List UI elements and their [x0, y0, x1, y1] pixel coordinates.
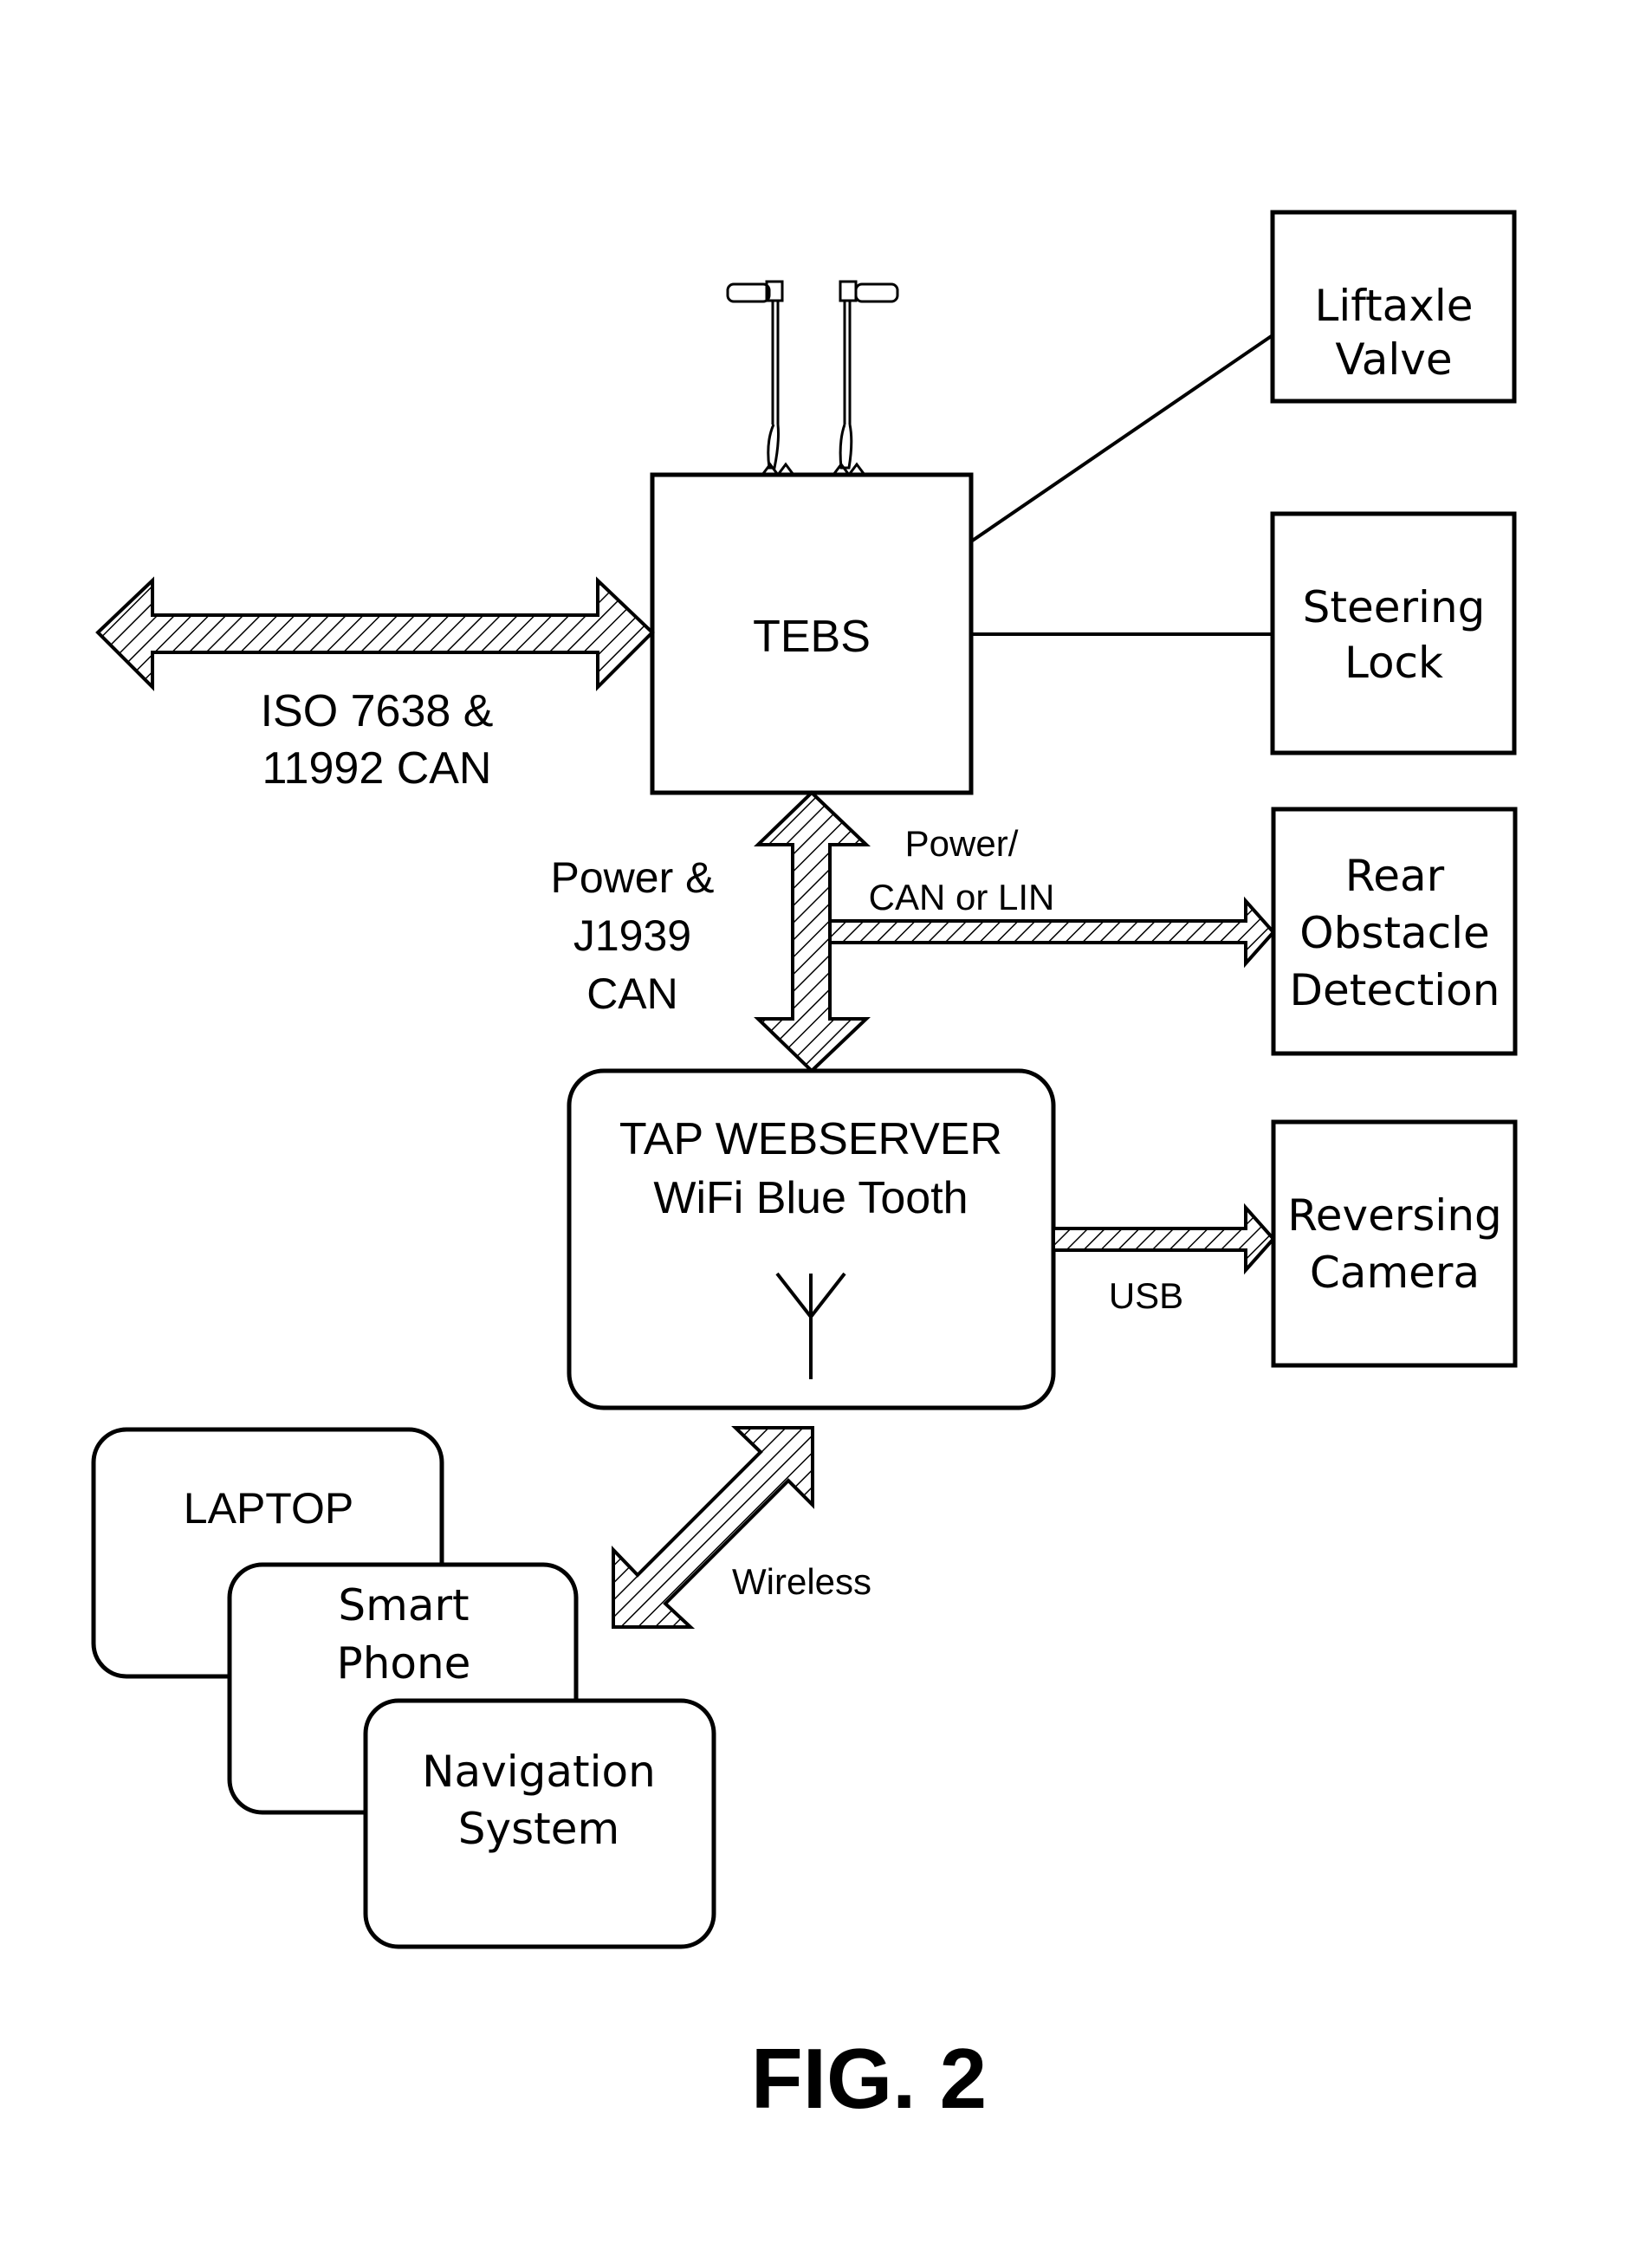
smart-phone-label-line1: Smart [338, 1580, 469, 1630]
reversing-camera-node: Reversing Camera [1271, 1119, 1518, 1368]
tebs-liftaxle-connection [969, 334, 1274, 543]
power-can-lin-label-line2: CAN or LIN [869, 877, 1055, 917]
liftaxle-label-line1: Liftaxle [1315, 281, 1474, 331]
reversing-label-line2: Camera [1310, 1248, 1480, 1298]
power-can-lin-arrow: Power/ CAN or LIN [828, 823, 1276, 969]
wireless-arrow: Wireless [612, 1426, 871, 1629]
rear-label-line1: Rear [1345, 851, 1445, 901]
power-can-lin-label-line1: Power/ [905, 823, 1019, 864]
webserver-label-line1: TAP WEBSERVER [619, 1114, 1002, 1164]
webserver-label-line2: WiFi Blue Tooth [653, 1173, 968, 1223]
navigation-label-line2: System [458, 1804, 619, 1854]
iso-can-label-line1: ISO 7638 & [261, 686, 494, 736]
tebs-antenna-right [832, 280, 899, 477]
antenna-icon [726, 282, 771, 303]
usb-label: USB [1109, 1275, 1183, 1316]
usb-arrow: USB [1052, 1203, 1276, 1316]
steering-lock-node: Steering Lock [1270, 511, 1517, 755]
navigation-system-node: Navigation System [363, 1698, 716, 1949]
power-j1939-label-line1: Power & [551, 853, 715, 902]
rear-label-line2: Obstacle [1299, 908, 1490, 958]
steering-label-line2: Lock [1344, 638, 1443, 688]
wireless-label: Wireless [732, 1561, 871, 1602]
tebs-node: TEBS [650, 472, 974, 795]
tebs-label: TEBS [753, 612, 871, 662]
power-j1939-label-line3: CAN [586, 969, 678, 1018]
rear-obstacle-detection-node: Rear Obstacle Detection [1271, 807, 1518, 1056]
navigation-label-line1: Navigation [422, 1747, 656, 1797]
steering-label-line1: Steering [1303, 582, 1486, 632]
antenna-icon [854, 282, 899, 303]
reversing-label-line1: Reversing [1287, 1190, 1502, 1241]
power-j1939-arrow: Power & J1939 CAN [551, 790, 871, 1073]
liftaxle-valve-node: Liftaxle Valve [1270, 210, 1517, 404]
laptop-label: LAPTOP [184, 1484, 353, 1533]
smart-phone-label-line2: Phone [337, 1638, 471, 1689]
figure-caption: FIG. 2 [751, 2031, 987, 2126]
liftaxle-label-line2: Valve [1335, 334, 1452, 385]
block-diagram: TEBS Liftaxle Valve Steering Lock ISO 76… [91, 210, 1518, 2126]
tebs-antenna-left [726, 280, 795, 477]
rear-label-line3: Detection [1290, 965, 1500, 1015]
power-j1939-label-line2: J1939 [573, 911, 691, 960]
tap-webserver-node: TAP WEBSERVER WiFi Blue Tooth [567, 1068, 1056, 1410]
iso-can-label-line2: 11992 CAN [262, 743, 492, 794]
iso-can-arrow: ISO 7638 & 11992 CAN [95, 576, 655, 794]
